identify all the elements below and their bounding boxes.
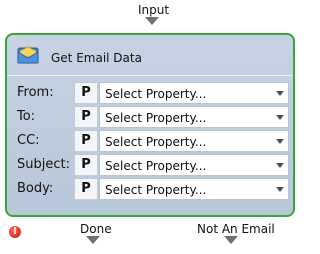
- field-row-body: Body: P Select Property...: [7, 178, 293, 200]
- input-connector-arrow[interactable]: [145, 17, 159, 25]
- cc-property-select[interactable]: Select Property...: [99, 130, 289, 152]
- not-email-connector-label: Not An Email: [197, 222, 275, 236]
- field-label-subject: Subject:: [17, 157, 70, 172]
- email-data-node[interactable]: Get Email Data From: P Select Property..…: [5, 33, 295, 217]
- field-row-from: From: P Select Property...: [7, 82, 293, 104]
- property-badge-cc[interactable]: P: [74, 130, 98, 152]
- chevron-down-icon[interactable]: [276, 139, 284, 144]
- property-badge-body[interactable]: P: [74, 178, 98, 200]
- from-select-text: Select Property...: [105, 87, 207, 101]
- field-label-body: Body:: [17, 181, 54, 196]
- subject-property-select[interactable]: Select Property...: [99, 154, 289, 176]
- email-icon: [17, 46, 39, 64]
- chevron-down-icon[interactable]: [276, 115, 284, 120]
- field-label-from: From:: [17, 85, 54, 100]
- input-connector-label: Input: [138, 3, 170, 17]
- node-header: Get Email Data: [7, 35, 293, 76]
- not-email-connector-arrow[interactable]: [224, 236, 238, 244]
- subject-select-text: Select Property...: [105, 159, 207, 173]
- to-property-select[interactable]: Select Property...: [99, 106, 289, 128]
- done-connector-label: Done: [80, 222, 112, 236]
- field-row-subject: Subject: P Select Property...: [7, 154, 293, 176]
- body-property-select[interactable]: Select Property...: [99, 178, 289, 200]
- done-connector-arrow[interactable]: [86, 236, 100, 244]
- field-label-to: To:: [17, 109, 36, 124]
- body-select-text: Select Property...: [105, 183, 207, 197]
- chevron-down-icon[interactable]: [276, 187, 284, 192]
- to-select-text: Select Property...: [105, 111, 207, 125]
- chevron-down-icon[interactable]: [276, 91, 284, 96]
- node-title: Get Email Data: [51, 51, 142, 65]
- property-badge-to[interactable]: P: [74, 106, 98, 128]
- property-badge-from[interactable]: P: [74, 82, 98, 104]
- field-row-cc: CC: P Select Property...: [7, 130, 293, 152]
- field-row-to: To: P Select Property...: [7, 106, 293, 128]
- cc-select-text: Select Property...: [105, 135, 207, 149]
- from-property-select[interactable]: Select Property...: [99, 82, 289, 104]
- chevron-down-icon[interactable]: [276, 163, 284, 168]
- property-badge-subject[interactable]: P: [74, 154, 98, 176]
- error-icon[interactable]: !: [9, 226, 21, 238]
- field-label-cc: CC:: [17, 133, 40, 148]
